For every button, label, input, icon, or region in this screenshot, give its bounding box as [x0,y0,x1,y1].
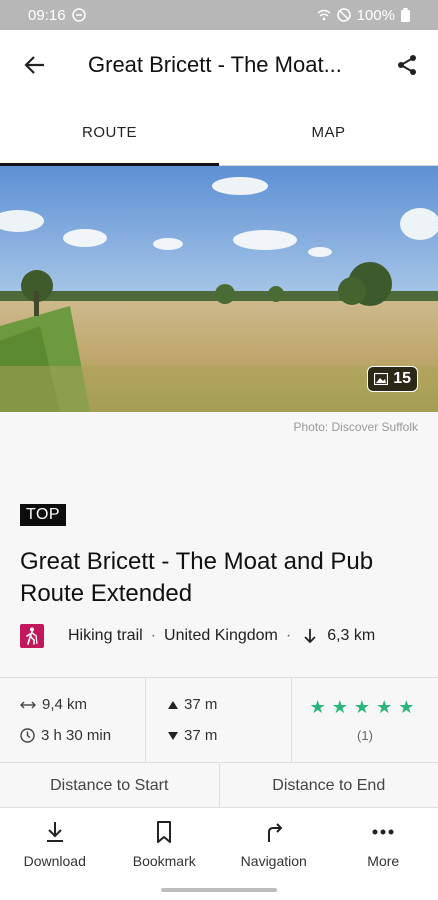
route-meta: Hiking trail · United Kingdom · 6,3 km [20,624,375,648]
tab-bar: ROUTE MAP [0,100,438,166]
descent-icon [168,731,178,740]
no-signal-icon [336,8,351,22]
back-button[interactable] [0,30,70,100]
clock-icon [20,728,35,743]
bookmark-button[interactable]: Bookmark [110,808,220,880]
more-label: More [367,853,400,869]
share-button[interactable] [376,30,438,100]
distance-buttons: Distance to Start Distance to End [0,764,438,808]
tab-route[interactable]: ROUTE [0,100,219,166]
download-button[interactable]: Download [0,808,110,880]
home-gesture-handle[interactable] [161,888,277,892]
system-nav-bar [0,880,438,900]
distance-to-start-button[interactable]: Distance to Start [0,764,220,807]
hiking-icon [20,624,44,648]
status-time: 09:16 [28,6,66,24]
photo-count-badge[interactable]: 15 [367,366,418,392]
meta-separator: · [285,627,292,644]
route-type: Hiking trail [68,627,143,644]
route-country: United Kingdom [164,627,278,644]
share-icon [398,55,416,75]
wifi-icon [317,9,331,21]
do-not-disturb-icon [71,8,86,22]
distance-icon [20,701,36,708]
status-bar: 09:16 100% [0,0,438,30]
stat-descent: 37 m [184,727,218,744]
arrow-back-icon [24,56,44,74]
download-icon [46,822,63,842]
stats-panel: 9,4 km 3 h 30 min 37 m 37 m ★★★★★ (1) [0,677,438,763]
route-title: Great Bricett - The Moat and Pub Route E… [20,548,374,607]
app-bar: Great Bricett - The Moat... [0,30,438,100]
page-title: Great Bricett - The Moat... [88,52,342,77]
photo-count: 15 [393,370,411,387]
stat-distance: 9,4 km [42,696,88,713]
more-button[interactable]: More [329,808,438,880]
navigation-button[interactable]: Navigation [219,808,329,880]
battery-icon [401,8,410,22]
bookmark-icon [157,821,172,843]
navigation-icon [267,823,283,842]
stat-duration: 3 h 30 min [41,727,112,744]
more-icon [372,829,394,835]
meta-separator: · [150,627,157,644]
rating[interactable]: ★★★★★ (1) [292,678,438,762]
bookmark-label: Bookmark [132,853,196,869]
action-bar: Download Bookmark Navigation More [0,808,438,880]
stat-ascent: 37 m [184,696,218,713]
battery-level: 100% [356,6,395,24]
navigation-label: Navigation [240,853,307,869]
star-rating-icon: ★★★★★ [309,697,421,717]
download-label: Download [23,853,86,869]
hero-photo[interactable]: 15 [0,166,438,412]
gallery-icon [374,373,389,385]
top-badge: TOP [20,504,67,526]
tab-map[interactable]: MAP [219,100,438,165]
rating-count: (1) [357,728,373,743]
route-descent-distance: 6,3 km [327,627,376,644]
ascent-icon [168,700,178,709]
photo-credit: Photo: Discover Suffolk [293,420,418,434]
arrow-down-icon [304,629,316,644]
distance-to-end-button[interactable]: Distance to End [220,764,438,807]
